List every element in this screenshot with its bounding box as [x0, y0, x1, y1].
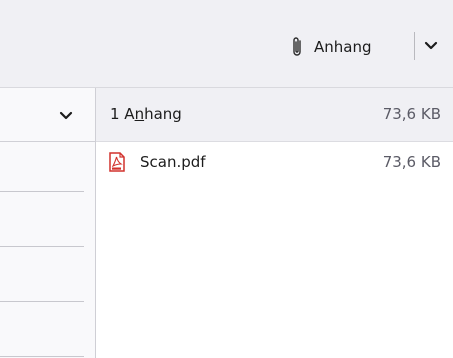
- attachment-item[interactable]: Scan.pdf 73,6 KB: [96, 148, 453, 178]
- message-header-toolbar: Anhang: [0, 0, 453, 88]
- attachment-button-label: Anhang: [314, 38, 372, 56]
- mail-window: Anhang 1 Anhang 73,6 KB Scan.pdf 73,6 KB: [0, 0, 453, 358]
- message-list-divider: [0, 191, 84, 192]
- attachment-file-size: 73,6 KB: [382, 153, 441, 171]
- chevron-down-icon[interactable]: [58, 110, 74, 122]
- attachment-count: 1 Anhang: [110, 105, 182, 123]
- message-list-divider: [0, 301, 84, 302]
- message-list-divider: [0, 246, 84, 247]
- message-list-divider: [0, 356, 84, 357]
- attachment-total-size: 73,6 KB: [382, 105, 441, 123]
- message-list-header: [0, 88, 95, 142]
- pdf-file-icon: [109, 152, 125, 172]
- chevron-down-icon: [424, 41, 438, 50]
- attachment-button-separator: [414, 32, 415, 60]
- paperclip-icon: [293, 37, 301, 56]
- attachment-dropdown-button[interactable]: [419, 32, 443, 60]
- attachment-list-pane: 1 Anhang 73,6 KB Scan.pdf 73,6 KB: [96, 88, 453, 358]
- attachment-list-header[interactable]: 1 Anhang 73,6 KB: [96, 88, 453, 142]
- attachment-file-name: Scan.pdf: [140, 153, 206, 171]
- attachment-button[interactable]: Anhang: [290, 30, 372, 64]
- message-list-pane: [0, 88, 96, 358]
